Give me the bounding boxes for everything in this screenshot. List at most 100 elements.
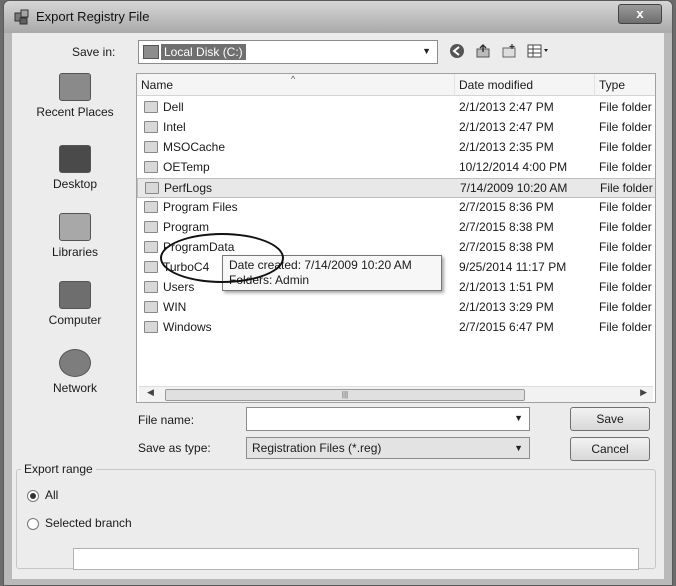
file-type: File folder	[599, 140, 652, 154]
folder-icon	[144, 101, 158, 113]
registry-editor-icon	[14, 9, 29, 25]
back-icon[interactable]	[448, 43, 466, 61]
view-menu-icon[interactable]	[526, 43, 554, 61]
file-name-input[interactable]: ▼	[246, 407, 530, 431]
save-in-dropdown[interactable]: Local Disk (C:) ▼	[138, 40, 438, 64]
file-date: 2/1/2013 2:47 PM	[459, 120, 554, 134]
file-name: Users	[163, 280, 195, 294]
title-bar[interactable]: Export Registry File x	[4, 1, 672, 33]
cancel-button[interactable]: Cancel	[570, 437, 650, 461]
chevron-down-icon: ▼	[422, 46, 431, 56]
file-date: 7/14/2009 10:20 AM	[460, 181, 568, 195]
libraries-icon	[59, 213, 91, 241]
place-desktop[interactable]: Desktop	[18, 145, 132, 191]
place-network[interactable]: Network	[18, 349, 132, 395]
save-as-type-value: Registration Files (*.reg)	[252, 441, 382, 455]
scroll-left-icon[interactable]: ◀	[147, 387, 154, 398]
file-date: 2/7/2015 8:38 PM	[459, 240, 554, 254]
save-as-type-label: Save as type:	[138, 441, 211, 455]
file-row-selected[interactable]: PerfLogs 7/14/2009 10:20 AM File folder	[137, 178, 655, 198]
radio-selected-branch-label[interactable]: Selected branch	[45, 516, 132, 530]
horizontal-scrollbar[interactable]: ◀ ||| ▶	[139, 386, 653, 402]
file-name: MSOCache	[163, 140, 226, 154]
file-type: File folder	[599, 200, 652, 214]
file-name: PerfLogs	[164, 181, 213, 195]
place-label: Recent Places	[36, 105, 114, 119]
folder-icon	[144, 281, 158, 293]
file-row[interactable]: Windows 2/7/2015 6:47 PM File folder	[137, 318, 655, 338]
file-type: File folder	[599, 240, 652, 254]
file-date: 2/1/2013 3:29 PM	[459, 300, 554, 314]
file-row[interactable]: OETemp 10/12/2014 4:00 PM File folder	[137, 158, 655, 178]
folder-icon	[144, 321, 158, 333]
column-header-date[interactable]: Date modified	[455, 74, 595, 96]
file-type: File folder	[599, 300, 652, 314]
file-name: Dell	[163, 100, 184, 114]
up-folder-icon[interactable]	[474, 43, 492, 61]
places-bar: Recent Places Desktop Libraries Computer…	[18, 73, 132, 453]
file-name: OETemp	[163, 160, 210, 174]
file-name: Program	[163, 220, 210, 234]
radio-selected-branch[interactable]	[27, 518, 39, 530]
place-label: Libraries	[51, 245, 99, 259]
place-libraries[interactable]: Libraries	[18, 213, 132, 259]
close-button[interactable]: x	[618, 4, 662, 24]
export-range-title: Export range	[21, 462, 96, 476]
folder-icon	[144, 141, 158, 153]
file-name: Program Files	[163, 200, 238, 214]
close-icon: x	[636, 6, 644, 21]
save-in-label: Save in:	[72, 45, 116, 59]
recent-places-icon	[59, 73, 91, 101]
folder-icon	[144, 221, 158, 233]
file-name-label: File name:	[138, 413, 195, 427]
save-button[interactable]: Save	[570, 407, 650, 431]
column-header-name[interactable]: Name ^	[137, 74, 455, 96]
file-type: File folder	[599, 260, 652, 274]
local-disk-icon	[143, 45, 159, 59]
file-name: WIN	[163, 300, 187, 314]
chevron-down-icon[interactable]: ▼	[514, 413, 523, 423]
network-icon	[59, 349, 91, 377]
file-date: 2/7/2015 8:36 PM	[459, 200, 554, 214]
export-range-group: Export range All Selected branch	[16, 462, 656, 570]
file-row[interactable]: Intel 2/1/2013 2:47 PM File folder	[137, 118, 655, 138]
file-type: File folder	[600, 181, 653, 195]
sort-ascending-icon: ^	[291, 74, 296, 84]
radio-all-label[interactable]: All	[45, 488, 58, 502]
save-as-type-dropdown[interactable]: Registration Files (*.reg) ▼	[246, 437, 530, 459]
scrollbar-thumb[interactable]: |||	[165, 389, 525, 401]
computer-icon	[59, 281, 91, 309]
radio-all[interactable]	[27, 490, 39, 502]
selected-branch-input[interactable]	[73, 548, 639, 570]
column-header-label: Type	[599, 78, 626, 92]
window-title: Export Registry File	[36, 9, 150, 24]
file-row[interactable]: WIN 2/1/2013 3:29 PM File folder	[137, 298, 655, 318]
place-recent-places[interactable]: Recent Places	[18, 73, 132, 119]
file-name: Intel	[163, 120, 186, 134]
folder-icon	[144, 261, 158, 273]
annotation-circle	[160, 233, 284, 283]
column-header-type[interactable]: Type	[595, 74, 655, 96]
file-type: File folder	[599, 280, 652, 294]
file-date: 2/1/2013 2:35 PM	[459, 140, 554, 154]
folder-icon	[144, 201, 158, 213]
file-date: 2/7/2015 8:38 PM	[459, 220, 554, 234]
column-header-label: Name	[141, 78, 174, 92]
file-row[interactable]: Dell 2/1/2013 2:47 PM File folder	[137, 98, 655, 118]
file-row[interactable]: Program Files 2/7/2015 8:36 PM File fold…	[137, 198, 655, 218]
file-row[interactable]: MSOCache 2/1/2013 2:35 PM File folder	[137, 138, 655, 158]
scroll-right-icon[interactable]: ▶	[640, 387, 647, 398]
desktop-icon	[59, 145, 91, 173]
save-in-value: Local Disk (C:)	[161, 44, 246, 60]
file-date: 10/12/2014 4:00 PM	[459, 160, 568, 174]
place-label: Network	[52, 381, 97, 395]
place-computer[interactable]: Computer	[18, 281, 132, 327]
folder-icon	[144, 301, 158, 313]
folder-icon	[144, 161, 158, 173]
file-date: 2/7/2015 6:47 PM	[459, 320, 554, 334]
file-type: File folder	[599, 100, 652, 114]
file-date: 9/25/2014 11:17 PM	[459, 260, 567, 274]
file-name: Windows	[163, 320, 212, 334]
file-type: File folder	[599, 160, 652, 174]
new-folder-icon[interactable]	[500, 43, 518, 61]
